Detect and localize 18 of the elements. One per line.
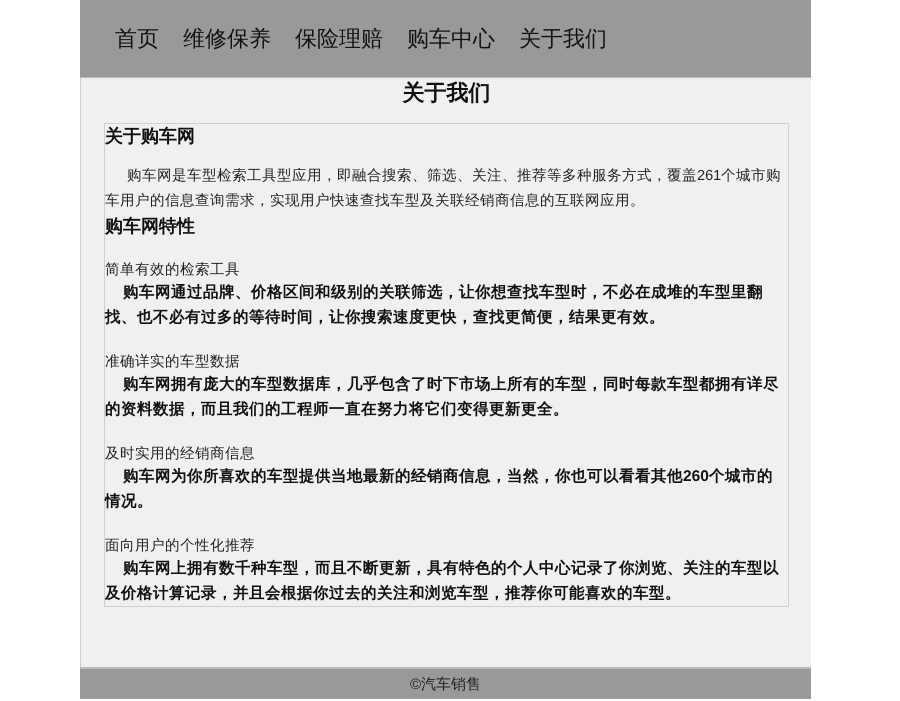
page-title: 关于我们: [401, 79, 492, 106]
feature-title: 面向用户的个性化推荐: [105, 537, 256, 556]
feature-title: 准确详实的车型数据: [105, 352, 241, 372]
nav-link[interactable]: 关于我们: [519, 24, 607, 54]
section-heading: 购车网特性: [105, 215, 196, 238]
nav-link[interactable]: 保险理赔: [295, 24, 383, 54]
feature-title: 及时实用的经销商信息: [105, 444, 256, 464]
copyright-text: ©汽车销售: [410, 674, 482, 694]
nav-link[interactable]: 购车中心: [407, 24, 495, 54]
nav-link[interactable]: 维修保养: [183, 24, 271, 54]
feature-description: 购车网通过品牌、价格区间和级别的关联筛选，让你想查找车型时，不必在成堆的车型里翻找、也不必有过多的等待时间，让你搜索速度更快，查找更简便，结果更有效。: [105, 282, 764, 328]
feature-description: 购车网上拥有数千种车型，而且不断更新，具有特色的个人中心记录了你浏览、关注的车型以及价格计算记录，并且会根据你过去的关注和浏览车型，推荐你可能喜欢的车型。: [105, 558, 780, 604]
nav-link[interactable]: 首页: [115, 24, 159, 54]
feature-title: 简单有效的检索工具: [105, 261, 241, 280]
feature-description: 购车网拥有庞大的车型数据库，几乎包含了时下市场上所有的车型，同时每款车型都拥有详尽的资料数据，而且我们的工程师一直在努力将它们变得更新更全。: [105, 374, 780, 420]
feature-description: 购车网为你所喜欢的车型提供当地最新的经销商信息，当然，你也可以看看其他260个城市的情况。: [105, 466, 774, 512]
intro-paragraph: 购车网是车型检索工具型应用，即融合搜索、筛选、关注、推荐等多种服务方式，覆盖261个城市购车用户的信息查询需求，实现用户快速查找车型及关联经销商信息的互联网应用。: [105, 166, 782, 211]
section-heading: 关于购车网: [105, 125, 196, 148]
